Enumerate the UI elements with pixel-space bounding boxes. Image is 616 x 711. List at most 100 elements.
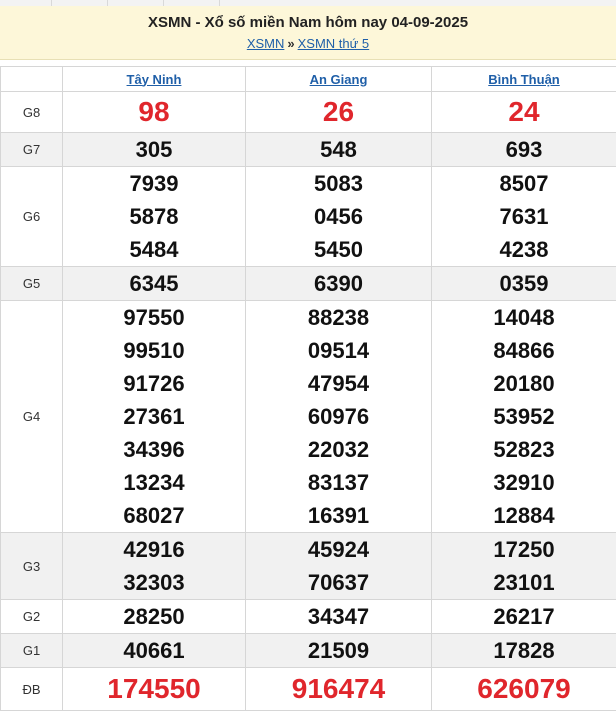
prize-label: G2 <box>0 599 63 634</box>
prize-cell: 28250 <box>62 599 246 634</box>
prize-cell: 40661 <box>62 633 246 668</box>
winning-number: 22032 <box>307 437 370 462</box>
province-link[interactable]: An Giang <box>310 72 368 87</box>
winning-number: 53952 <box>493 404 555 429</box>
prize-row: G2 28250 34347 26217 <box>0 599 616 634</box>
prize-cell: 88238 09514 47954 60976 22032 83137 16391 <box>245 300 432 533</box>
prize-label: G1 <box>0 633 63 668</box>
prize-cell: 45924 70637 <box>245 532 432 600</box>
province-header-cell: An Giang <box>245 66 432 92</box>
winning-number: 34347 <box>307 604 370 629</box>
prize-row: G1 40661 21509 17828 <box>0 633 616 668</box>
winning-number: 5083 <box>314 171 363 196</box>
prize-header-cell <box>0 66 63 92</box>
winning-number: 0456 <box>314 204 363 229</box>
winning-number: 28250 <box>123 604 185 629</box>
breadcrumb-link-xsmn[interactable]: XSMN <box>247 36 285 51</box>
prize-cell: 97550 99510 91726 27361 34396 13234 68027 <box>62 300 246 533</box>
prize-row: G7 305 548 693 <box>0 132 616 167</box>
prize-cell: 34347 <box>245 599 432 634</box>
winning-number: 0359 <box>499 271 549 296</box>
winning-number: 4238 <box>499 237 549 262</box>
winning-number: 83137 <box>307 470 370 495</box>
prize-cell: 548 <box>245 132 432 167</box>
breadcrumb: XSMN» XSMN thứ 5 <box>0 36 616 52</box>
winning-number: 26217 <box>493 604 555 629</box>
page-title: XSMN - Xổ số miền Nam hôm nay 04-09-2025 <box>147 14 469 31</box>
winning-number: 626079 <box>477 673 571 704</box>
winning-number: 20180 <box>493 371 555 396</box>
winning-number: 32303 <box>123 570 185 595</box>
prize-cell: 0359 <box>431 266 616 301</box>
winning-number: 09514 <box>307 338 370 363</box>
prize-cell: 7939 5878 5484 <box>62 166 246 267</box>
prize-rows: G8 98 26 24 G7 305 548 693 G6 7939 5878 5484 5083 045… <box>0 91 616 711</box>
winning-number: 91726 <box>123 371 185 396</box>
prize-cell: 98 <box>62 91 246 133</box>
winning-number: 305 <box>135 137 173 162</box>
prize-cell: 626079 <box>431 667 616 711</box>
winning-number: 548 <box>320 137 357 162</box>
prize-cell: 24 <box>431 91 616 133</box>
winning-number: 8507 <box>499 171 549 196</box>
prize-cell: 6390 <box>245 266 432 301</box>
breadcrumb-link-xsmn-thu-5[interactable]: XSMN thứ 5 <box>298 36 370 51</box>
winning-number: 5450 <box>314 237 363 262</box>
winning-number: 693 <box>505 137 543 162</box>
prize-label: G3 <box>0 532 63 600</box>
prize-label: G7 <box>0 132 63 167</box>
winning-number: 27361 <box>123 404 185 429</box>
winning-number: 47954 <box>307 371 370 396</box>
winning-number: 34396 <box>123 437 185 462</box>
winning-number: 99510 <box>123 338 185 363</box>
winning-number: 7939 <box>129 171 179 196</box>
breadcrumb-separator: » <box>287 36 295 51</box>
prize-row: G5 6345 6390 0359 <box>0 266 616 301</box>
prize-row: G4 97550 99510 91726 27361 34396 13234 68027 882… <box>0 300 616 533</box>
province-header-cell: Bình Thuận <box>431 66 616 92</box>
prize-cell: 8507 7631 4238 <box>431 166 616 267</box>
winning-number: 12884 <box>493 503 555 528</box>
results-header: XSMN - Xổ số miền Nam hôm nay 04-09-2025… <box>0 6 616 60</box>
province-header-row: Tây Ninh An Giang Bình Thuận <box>0 66 616 92</box>
winning-number: 16391 <box>307 503 370 528</box>
prize-cell: 17828 <box>431 633 616 668</box>
prize-cell: 693 <box>431 132 616 167</box>
winning-number: 6390 <box>314 271 363 296</box>
lottery-results-table: Tây Ninh An Giang Bình Thuận G8 98 26 24 G7 3… <box>0 66 616 711</box>
winning-number: 52823 <box>493 437 555 462</box>
winning-number: 24 <box>508 96 540 127</box>
winning-number: 23101 <box>493 570 555 595</box>
winning-number: 32910 <box>493 470 555 495</box>
prize-label: G4 <box>0 300 63 533</box>
prize-label: ĐB <box>0 667 63 711</box>
province-link[interactable]: Tây Ninh <box>127 72 182 87</box>
winning-number: 98 <box>138 96 170 127</box>
province-header-cell: Tây Ninh <box>62 66 246 92</box>
winning-number: 7631 <box>499 204 549 229</box>
winning-number: 13234 <box>123 470 185 495</box>
prize-cell: 174550 <box>62 667 246 711</box>
province-link[interactable]: Bình Thuận <box>488 72 560 87</box>
winning-number: 21509 <box>307 638 370 663</box>
prize-cell: 26 <box>245 91 432 133</box>
prize-cell: 42916 32303 <box>62 532 246 600</box>
prize-cell: 21509 <box>245 633 432 668</box>
winning-number: 6345 <box>129 271 179 296</box>
prize-row: G6 7939 5878 5484 5083 0456 5450 8507 7631 4238 <box>0 166 616 267</box>
prize-label: G8 <box>0 91 63 133</box>
prize-label: G6 <box>0 166 63 267</box>
winning-number: 14048 <box>493 305 555 330</box>
winning-number: 68027 <box>123 503 185 528</box>
winning-number: 60976 <box>307 404 370 429</box>
prize-cell: 17250 23101 <box>431 532 616 600</box>
winning-number: 40661 <box>123 638 185 663</box>
winning-number: 26 <box>322 96 355 127</box>
prize-cell: 6345 <box>62 266 246 301</box>
winning-number: 5878 <box>129 204 179 229</box>
prize-cell: 916474 <box>245 667 432 711</box>
winning-number: 70637 <box>307 570 370 595</box>
prize-row: ĐB 174550 916474 626079 <box>0 667 616 711</box>
winning-number: 17828 <box>493 638 555 663</box>
prize-row: G8 98 26 24 <box>0 91 616 133</box>
